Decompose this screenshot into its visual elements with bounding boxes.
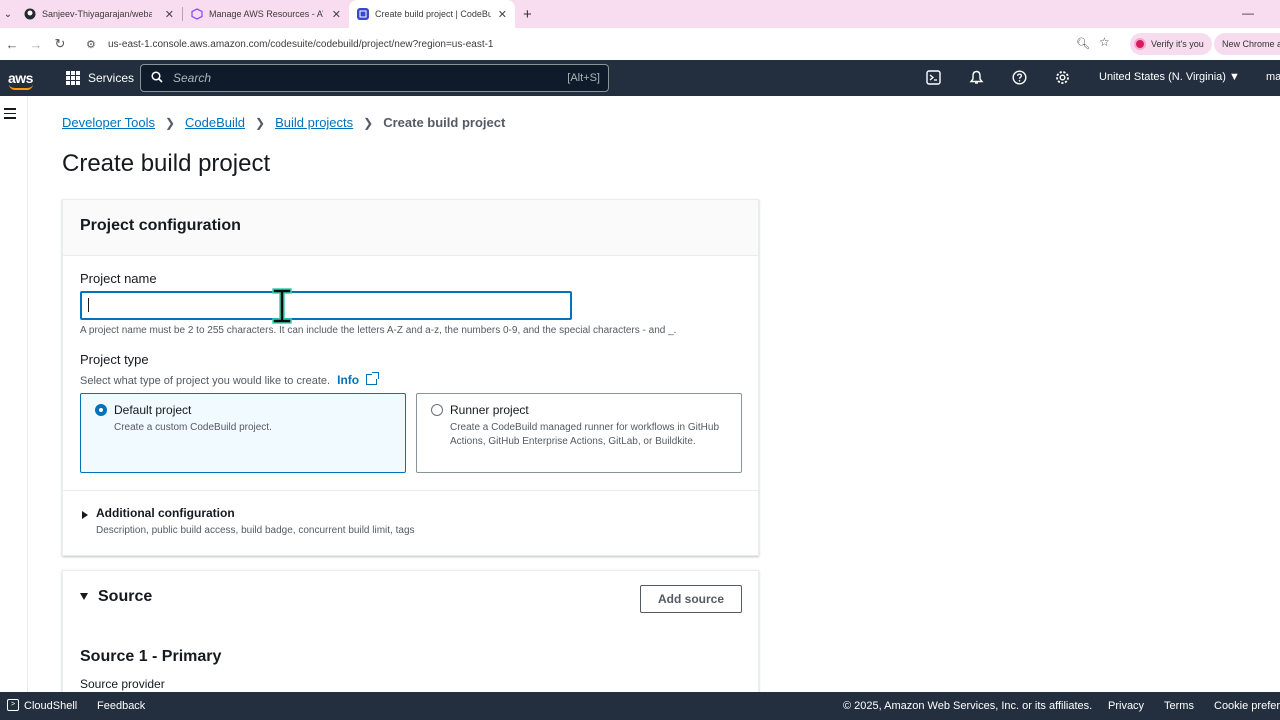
forward-arrow-icon[interactable]: → bbox=[24, 37, 48, 52]
source-provider-label: Source provider bbox=[80, 677, 165, 691]
source-panel: Source Add source Source 1 - Primary Sou… bbox=[62, 570, 759, 700]
cookie-preferences-link[interactable]: Cookie prefere bbox=[1214, 700, 1280, 712]
tab-title: Create build project | CodeBuild bbox=[375, 9, 491, 19]
menu-hamburger-icon[interactable] bbox=[4, 108, 16, 122]
help-icon[interactable] bbox=[1012, 70, 1027, 88]
new-chrome-available-button[interactable]: New Chrome av bbox=[1214, 33, 1280, 55]
verify-profile-button[interactable]: Verify it's you bbox=[1130, 33, 1212, 55]
option-title: Runner project bbox=[450, 403, 529, 417]
close-tab-icon[interactable]: ✕ bbox=[165, 8, 174, 21]
breadcrumb-developer-tools[interactable]: Developer Tools bbox=[62, 115, 155, 130]
project-name-label: Project name bbox=[80, 271, 157, 286]
project-type-hint-row: Select what type of project you would li… bbox=[80, 372, 380, 387]
site-info-icon[interactable]: ⚙ bbox=[86, 38, 102, 51]
default-project-option[interactable]: Default project Create a custom CodeBuil… bbox=[80, 393, 406, 473]
aws-top-nav: aws Services Search [Alt+S] United State… bbox=[0, 60, 1280, 96]
option-title: Default project bbox=[114, 403, 192, 417]
profile-avatar bbox=[1134, 38, 1146, 50]
settings-gear-icon[interactable] bbox=[1055, 70, 1070, 88]
chevron-right-icon: ❯ bbox=[255, 115, 266, 130]
copyright-text: © 2025, Amazon Web Services, Inc. or its… bbox=[843, 700, 1093, 712]
browser-tab-strip: ⌄ Sanjeev-Thiyagarajan/webapp ✕ Manage A… bbox=[0, 0, 1280, 28]
back-arrow-icon[interactable]: ← bbox=[0, 37, 24, 52]
feedback-link[interactable]: Feedback bbox=[97, 700, 145, 712]
breadcrumb-current: Create build project bbox=[383, 115, 506, 130]
tab-title: Manage AWS Resources - AWS bbox=[209, 9, 323, 19]
codebuild-icon bbox=[357, 8, 369, 20]
search-icon bbox=[151, 70, 163, 86]
browser-address-bar: ← → ↻ ⚙ us-east-1.console.aws.amazon.com… bbox=[0, 28, 1280, 60]
region-selector[interactable]: United States (N. Virginia) ▼ bbox=[1099, 71, 1240, 83]
additional-configuration-toggle[interactable]: Additional configuration bbox=[96, 506, 235, 520]
zoom-icon[interactable]: 🔍︎ bbox=[1076, 37, 1090, 50]
cloudshell-footer-icon[interactable]: > bbox=[7, 699, 19, 711]
browser-tab-codebuild[interactable]: Create build project | CodeBuild ✕ bbox=[349, 0, 515, 28]
aws-logo[interactable]: aws bbox=[8, 70, 38, 90]
panel-title: Project configuration bbox=[80, 217, 241, 234]
side-navigation-rail bbox=[0, 96, 28, 692]
close-tab-icon[interactable]: ✕ bbox=[498, 8, 507, 21]
minimize-window-icon[interactable]: — bbox=[1242, 6, 1254, 20]
search-shortcut: [Alt+S] bbox=[567, 72, 600, 84]
source-title[interactable]: Source bbox=[98, 588, 152, 606]
add-source-button[interactable]: Add source bbox=[640, 585, 742, 613]
chevron-right-icon: ❯ bbox=[164, 115, 176, 130]
console-search-input[interactable]: Search [Alt+S] bbox=[140, 64, 609, 92]
page-title: Create build project bbox=[62, 150, 271, 177]
verify-label: Verify it's you bbox=[1151, 39, 1204, 49]
text-cursor-icon bbox=[272, 288, 292, 324]
tab-search-chevron-icon[interactable]: ⌄ bbox=[0, 0, 16, 28]
text-caret bbox=[88, 298, 89, 312]
breadcrumb-build-projects[interactable]: Build projects bbox=[275, 115, 353, 130]
services-menu-button[interactable]: Services bbox=[66, 71, 134, 85]
project-configuration-panel: Project configuration Project name A pro… bbox=[62, 199, 759, 556]
notifications-bell-icon[interactable] bbox=[969, 70, 984, 88]
terms-link[interactable]: Terms bbox=[1164, 700, 1194, 712]
search-placeholder: Search bbox=[173, 71, 212, 85]
tab-title: Sanjeev-Thiyagarajan/webapp bbox=[42, 9, 152, 19]
chevron-right-icon: ❯ bbox=[363, 115, 374, 130]
project-type-hint: Select what type of project you would li… bbox=[80, 375, 331, 387]
services-label: Services bbox=[88, 71, 135, 85]
runner-project-option[interactable]: Runner project Create a CodeBuild manage… bbox=[416, 393, 742, 473]
caret-right-icon[interactable] bbox=[82, 511, 88, 519]
browser-tab-github[interactable]: Sanjeev-Thiyagarajan/webapp ✕ bbox=[16, 0, 182, 28]
option-description: Create a CodeBuild managed runner for wo… bbox=[450, 422, 720, 447]
project-name-hint: A project name must be 2 to 255 characte… bbox=[80, 325, 677, 336]
aws-logo-smile bbox=[9, 84, 33, 90]
source-primary-title: Source 1 - Primary bbox=[80, 648, 222, 665]
browser-tab-aws-resources[interactable]: Manage AWS Resources - AWS ✕ bbox=[183, 0, 349, 28]
option-description: Create a custom CodeBuild project. bbox=[114, 422, 272, 433]
console-footer: > CloudShell Feedback © 2025, Amazon Web… bbox=[0, 692, 1280, 720]
url-text: us-east-1.console.aws.amazon.com/codesui… bbox=[108, 38, 494, 50]
runner-project-radio[interactable] bbox=[431, 404, 443, 416]
project-type-label: Project type bbox=[80, 352, 149, 367]
default-project-radio[interactable] bbox=[95, 404, 107, 416]
aws-cube-icon bbox=[191, 8, 203, 20]
privacy-link[interactable]: Privacy bbox=[1108, 700, 1144, 712]
url-field[interactable]: ⚙ us-east-1.console.aws.amazon.com/codes… bbox=[80, 32, 1110, 56]
github-icon bbox=[24, 8, 36, 20]
account-menu[interactable]: ma bbox=[1266, 71, 1280, 83]
bookmark-star-icon[interactable]: ☆ bbox=[1099, 35, 1110, 49]
external-link-icon bbox=[366, 372, 380, 385]
services-grid-icon bbox=[66, 71, 80, 85]
divider bbox=[63, 490, 758, 491]
breadcrumb: Developer Tools ❯ CodeBuild ❯ Build proj… bbox=[62, 115, 505, 130]
info-link[interactable]: Info bbox=[337, 373, 359, 387]
close-tab-icon[interactable]: ✕ bbox=[332, 8, 341, 21]
new-chrome-label: New Chrome av bbox=[1222, 39, 1280, 49]
caret-down-icon[interactable] bbox=[80, 593, 88, 600]
additional-configuration-description: Description, public build access, build … bbox=[96, 525, 415, 536]
breadcrumb-codebuild[interactable]: CodeBuild bbox=[185, 115, 245, 130]
reload-icon[interactable]: ↻ bbox=[48, 36, 72, 52]
new-tab-plus-icon[interactable]: + bbox=[523, 6, 532, 23]
project-name-input[interactable] bbox=[80, 291, 572, 320]
cloudshell-link[interactable]: CloudShell bbox=[24, 700, 77, 712]
cloudshell-icon[interactable] bbox=[926, 70, 941, 88]
